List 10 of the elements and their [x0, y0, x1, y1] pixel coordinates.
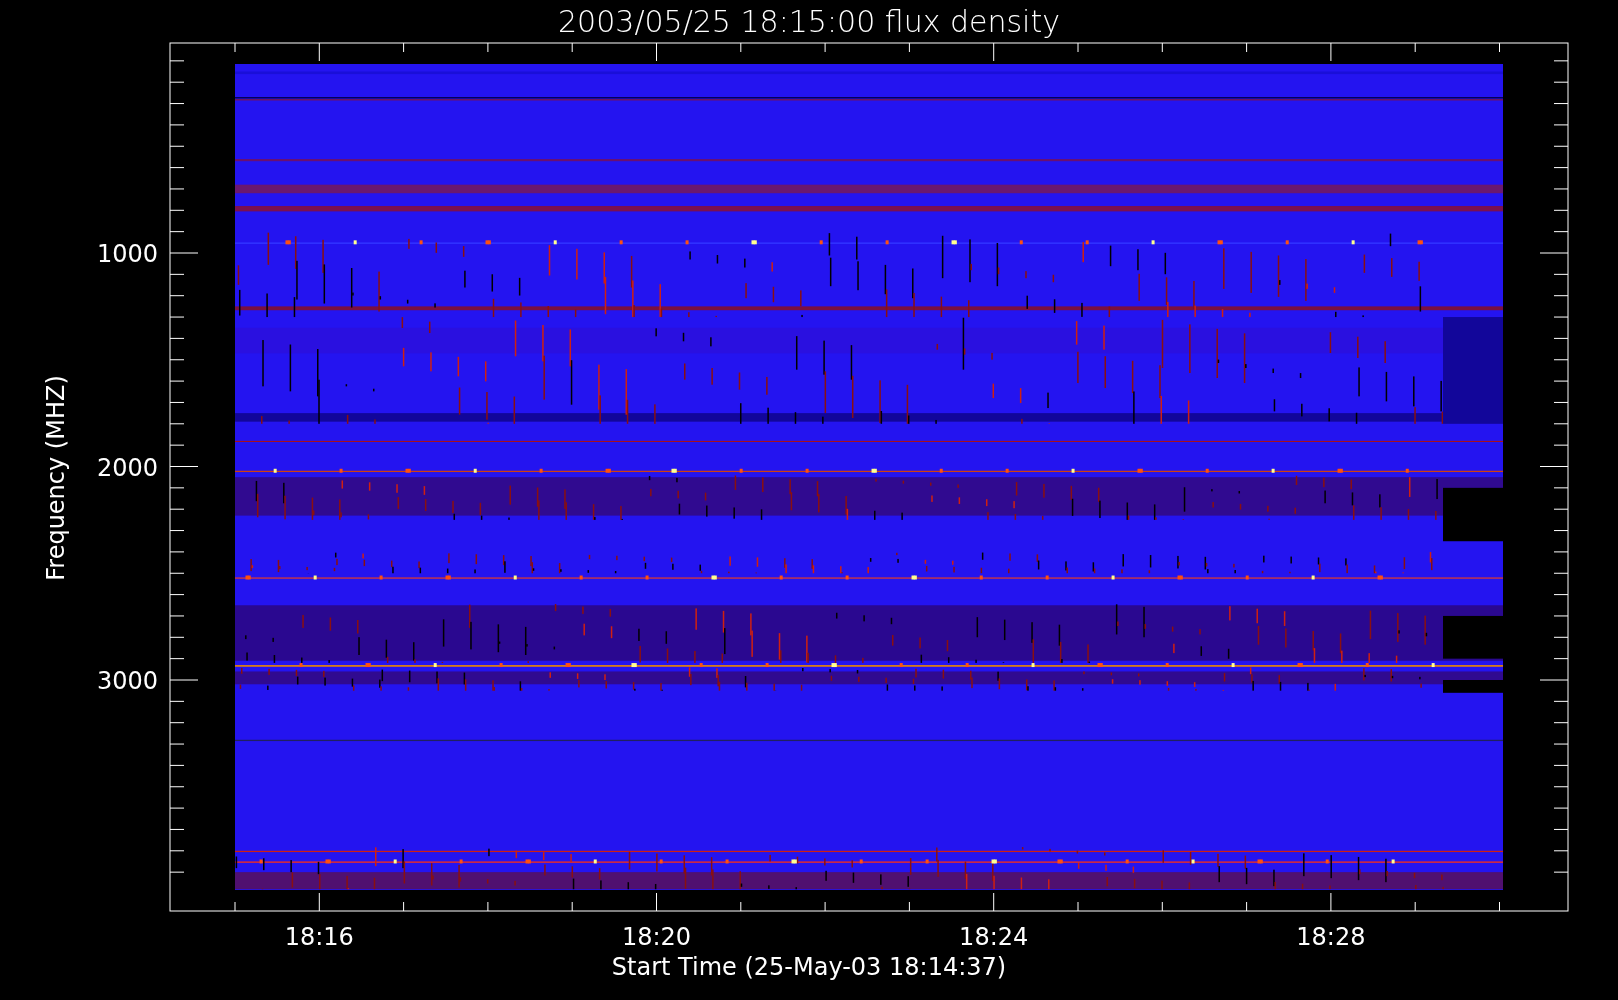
tick-label: 2000 [96, 453, 158, 482]
tick-label: 18:28 [1296, 923, 1366, 951]
plot-title: 2003/05/25 18:15:00 flux density [558, 4, 1060, 39]
tick-label: 1000 [96, 240, 158, 268]
tick-label: 18:16 [284, 923, 354, 951]
tick-label: 18:24 [959, 923, 1029, 951]
tick-label: 18:20 [621, 923, 692, 951]
axis-label: Frequency (MHZ) [42, 375, 70, 581]
tick-label: 3000 [96, 667, 158, 695]
axis-label: Start Time (25-May-03 18:14:37) [611, 953, 1007, 981]
